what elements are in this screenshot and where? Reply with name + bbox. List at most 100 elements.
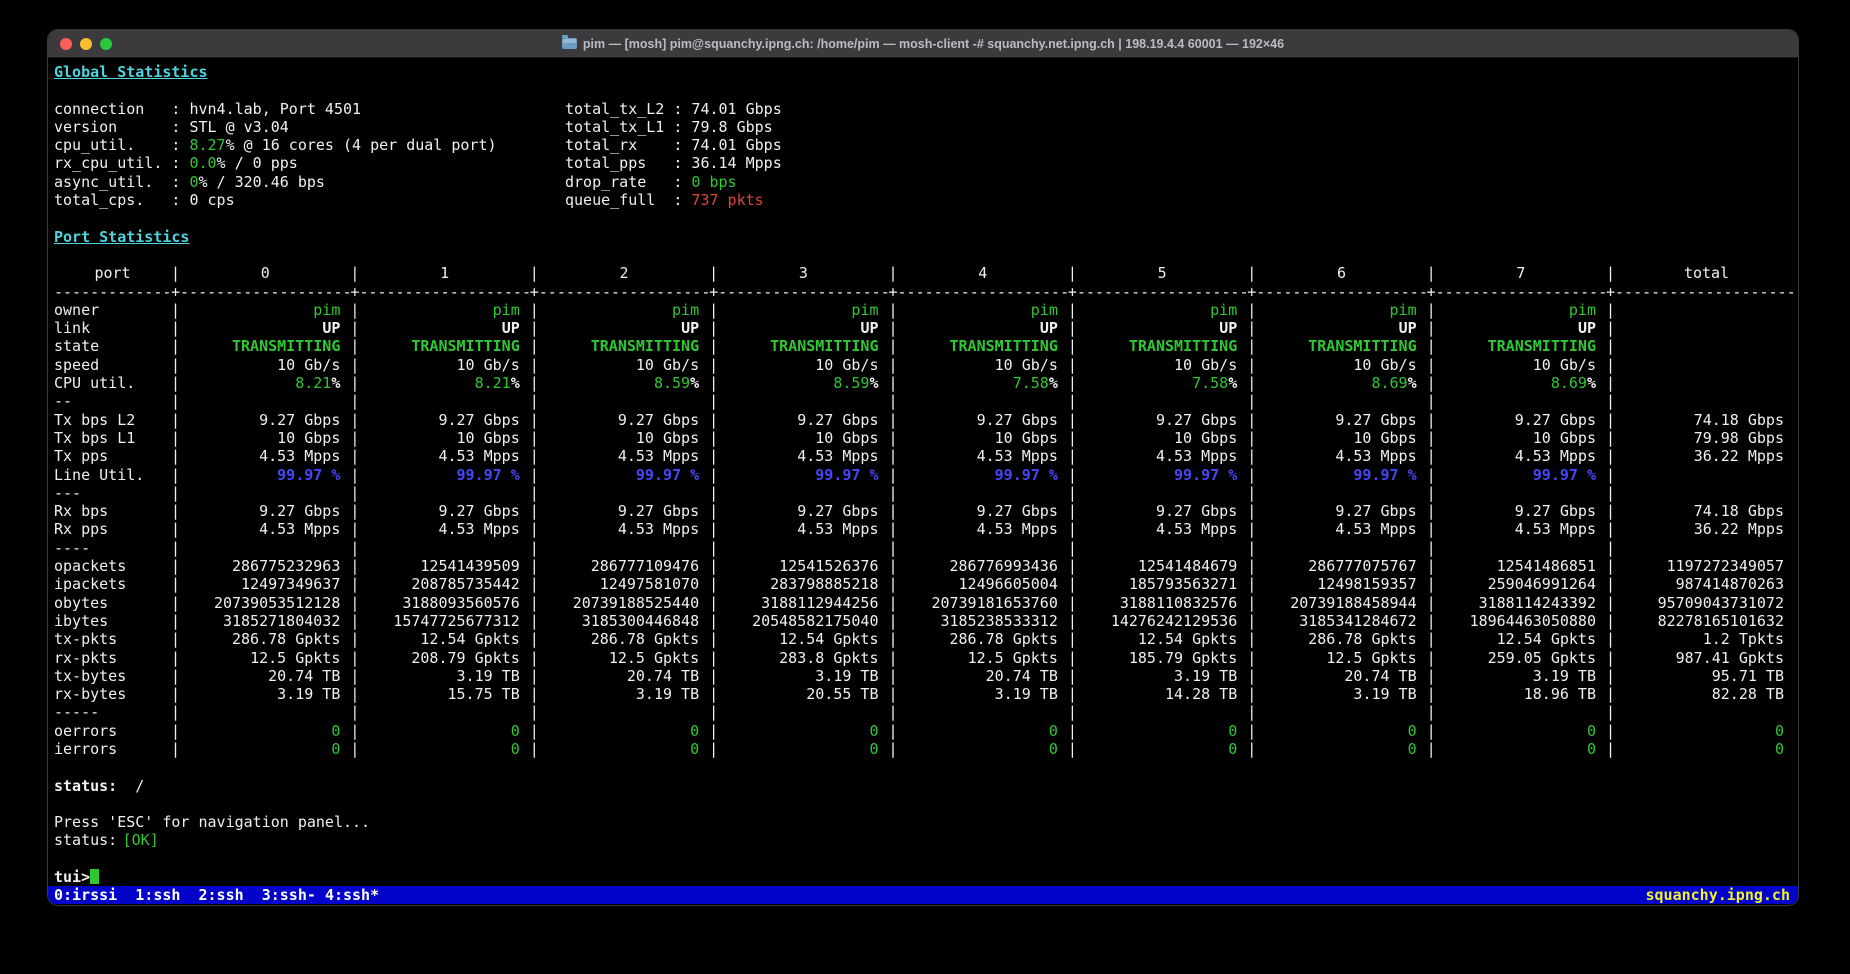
port-cell-value: 3.19 TB	[718, 667, 888, 685]
port-cell: |4.53 Mpps	[889, 520, 1068, 538]
port-cell: |4.53 Mpps	[889, 447, 1068, 465]
port-cell: |3.19 TB	[1427, 667, 1606, 685]
total-cell-value	[1615, 337, 1798, 355]
global-stat-total-tx-l1: total_tx_L1: 79.8 Gbps	[565, 118, 1798, 136]
port-cell: |9.27 Gbps	[1247, 502, 1426, 520]
column-separator: |	[171, 740, 180, 758]
column-separator: |	[709, 374, 718, 392]
global-stat-cpu-util: cpu_util.: 8.27% @ 16 cores (4 per dual …	[54, 136, 565, 154]
minimize-button[interactable]	[80, 38, 92, 50]
column-separator: |	[171, 703, 180, 721]
port-cell: |4.53 Mpps	[1427, 520, 1606, 538]
column-separator: |	[350, 264, 359, 282]
stat-value-highlight: 737 pkts	[691, 191, 763, 209]
total-cell-value: 82.28 TB	[1615, 685, 1798, 703]
port-cell: |286.78 Gpkts	[889, 630, 1068, 648]
column-separator: |	[1247, 667, 1256, 685]
total-cell-value: 82278165101632	[1615, 612, 1798, 630]
zoom-button[interactable]	[100, 38, 112, 50]
port-cell: |4.53 Mpps	[530, 447, 709, 465]
port-cell-value	[898, 484, 1068, 502]
column-separator: |	[709, 319, 718, 337]
port-cell: |286775232963	[171, 557, 350, 575]
column-separator: |	[889, 484, 898, 502]
row-label: Tx bps L2	[54, 411, 171, 429]
column-separator: |	[530, 502, 539, 520]
column-separator: |	[1247, 264, 1256, 282]
total-cell-value	[1615, 374, 1798, 392]
column-separator: |	[530, 649, 539, 667]
column-separator: |	[1606, 264, 1615, 282]
blank-line	[48, 246, 1798, 264]
port-cell: |	[1427, 392, 1606, 410]
port-cell: |185793563271	[1068, 575, 1247, 593]
column-header-2: |2	[530, 264, 709, 282]
close-button[interactable]	[60, 38, 72, 50]
port-cell-value: 9.27 Gbps	[1077, 411, 1247, 429]
column-separator: |	[889, 667, 898, 685]
port-cell-value: pim	[718, 301, 888, 319]
port-cell: |8.69%	[1427, 374, 1606, 392]
total-cell: |95709043731072	[1606, 594, 1798, 612]
port-cell-value: 8.69%	[1436, 374, 1606, 392]
port-cell-value: pim	[359, 301, 529, 319]
port-cell-value: 10 Gbps	[1077, 429, 1247, 447]
port-cell-value: 286777109476	[539, 557, 709, 575]
column-separator: |	[1427, 594, 1436, 612]
column-header-label: 5	[1077, 264, 1247, 282]
port-cell-value	[539, 539, 709, 557]
column-separator: |	[709, 484, 718, 502]
port-cell: |20.74 TB	[1247, 667, 1426, 685]
global-stat-async-util: async_util.: 0% / 320.46 bps	[54, 173, 565, 191]
port-cell: |10 Gbps	[1427, 429, 1606, 447]
column-separator: |	[171, 429, 180, 447]
row-label: owner	[54, 301, 171, 319]
port-cell-value: 12.5 Gpkts	[1256, 649, 1426, 667]
port-cell: |0	[530, 722, 709, 740]
port-cell: |12.54 Gpkts	[1427, 630, 1606, 648]
column-separator: |	[171, 301, 180, 319]
column-separator: |	[1427, 374, 1436, 392]
total-cell: |95.71 TB	[1606, 667, 1798, 685]
column-separator: |	[530, 411, 539, 429]
port-cell: |10 Gb/s	[889, 356, 1068, 374]
column-separator: |	[171, 466, 180, 484]
port-cell-value: 4.53 Mpps	[180, 447, 350, 465]
port-cell-value: pim	[1256, 301, 1426, 319]
port-cell-value: 3185271804032	[180, 612, 350, 630]
column-separator: |	[530, 301, 539, 319]
port-cell-value: 12496605004	[898, 575, 1068, 593]
row-label: CPU util.	[54, 374, 171, 392]
total-cell: |	[1606, 301, 1798, 319]
port-cell-value	[359, 703, 529, 721]
column-separator: |	[709, 392, 718, 410]
port-cell-value: 20.74 TB	[1256, 667, 1426, 685]
port-cell-value: 0	[1436, 740, 1606, 758]
port-cell-value: 3.19 TB	[898, 685, 1068, 703]
stat-entry: total_rx: 74.01 Gbps	[565, 136, 782, 154]
port-cell-value: 12.5 Gpkts	[180, 649, 350, 667]
port-cell-value: 20.55 TB	[718, 685, 888, 703]
global-stats-line: connection: hvn4.lab, Port 4501total_tx_…	[48, 100, 1798, 118]
port-cell-value: UP	[539, 319, 709, 337]
port-cell-value: 10 Gb/s	[1077, 356, 1247, 374]
column-separator: |	[1068, 539, 1077, 557]
port-cell: |	[530, 392, 709, 410]
column-separator: |	[1247, 466, 1256, 484]
port-cell: |7.58%	[1068, 374, 1247, 392]
blank-line	[48, 81, 1798, 99]
table-row-ipackets: ipackets|12497349637|208785735442|124975…	[48, 575, 1798, 593]
port-cell-value: 10 Gbps	[898, 429, 1068, 447]
total-cell-value: 0	[1615, 740, 1798, 758]
stat-label: total_pps	[565, 154, 673, 172]
port-cell: |12.5 Gpkts	[1247, 649, 1426, 667]
port-cell: |pim	[1068, 301, 1247, 319]
port-cell: |UP	[1427, 319, 1606, 337]
row-label: opackets	[54, 557, 171, 575]
prompt-line[interactable]: tui>	[48, 868, 1798, 886]
port-cell: |	[709, 392, 888, 410]
row-label: ipackets	[54, 575, 171, 593]
column-separator: |	[709, 722, 718, 740]
stat-value: 36.14 Mpps	[691, 154, 781, 172]
port-cell: |99.97 %	[1068, 466, 1247, 484]
